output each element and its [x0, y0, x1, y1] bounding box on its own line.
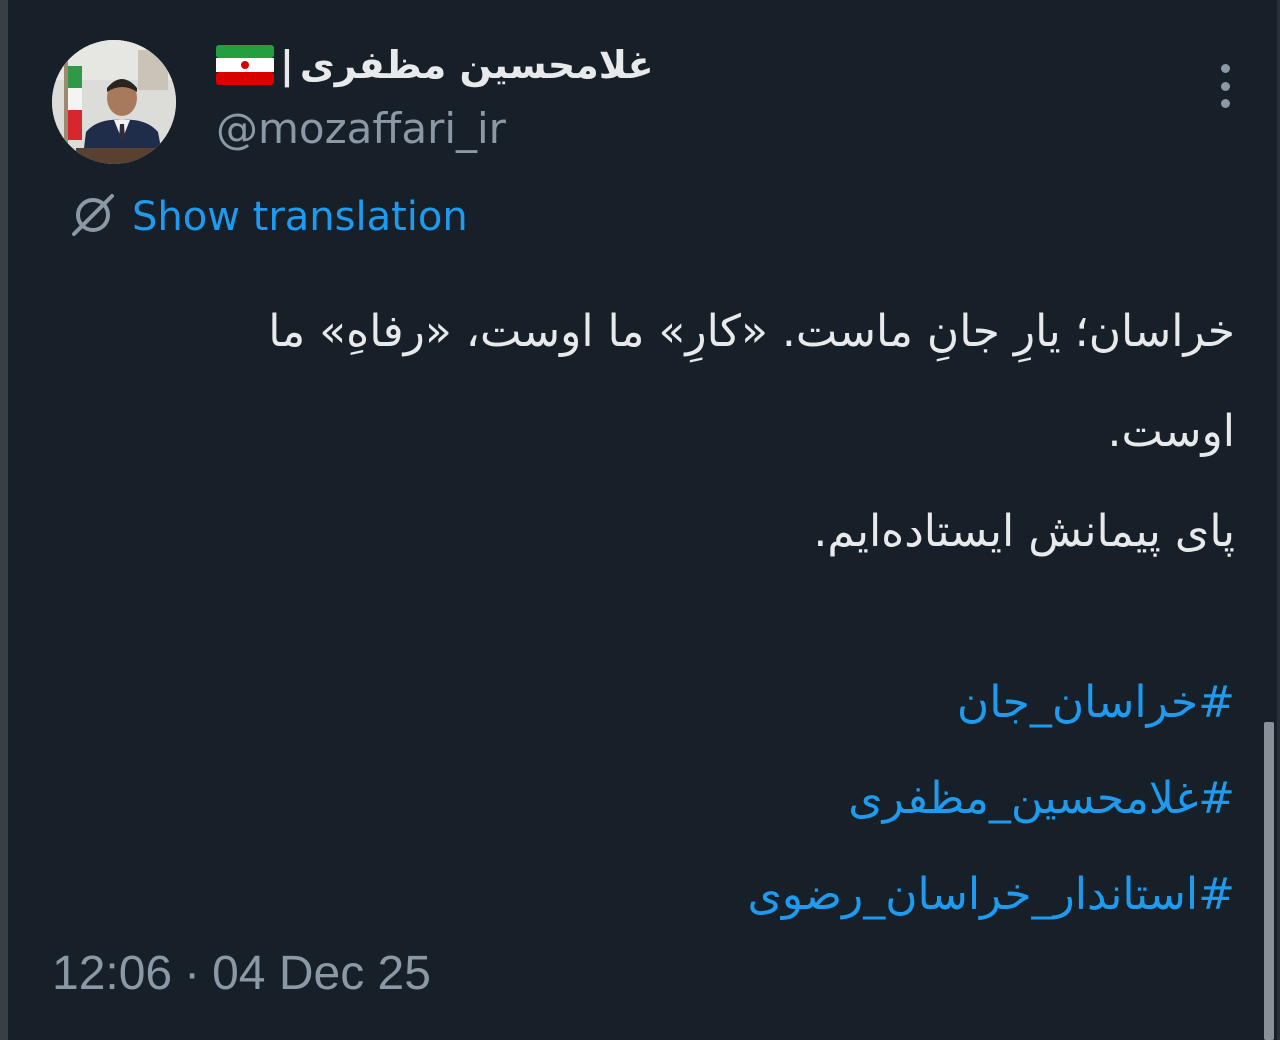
- more-dot: [1220, 81, 1230, 91]
- more-dot: [1220, 99, 1230, 108]
- iran-flag-icon: [216, 45, 274, 85]
- hashtag-list: #خراسان_جان #غلامحسین_مظفری #استاندار_خر…: [55, 655, 1235, 943]
- tweet-text: خراسان؛ یارِ جانِ ماست. «کارِ» ما اوست، …: [55, 282, 1235, 582]
- show-translation-label[interactable]: Show translation: [132, 192, 468, 242]
- tweet-header: | غلامحسین مظفری @mozaffari_ir: [52, 40, 1252, 164]
- avatar[interactable]: [52, 40, 176, 164]
- translate-globe-icon: [68, 190, 118, 244]
- tweet-timestamp[interactable]: 12:06 · 04 Dec 25: [52, 944, 431, 1004]
- tweet-line: اوست.: [1107, 406, 1235, 457]
- scrollbar[interactable]: [1264, 722, 1274, 1040]
- name-separator: |: [280, 43, 294, 87]
- author-handle[interactable]: @mozaffari_ir: [216, 102, 506, 156]
- show-translation-link[interactable]: Show translation: [68, 190, 468, 244]
- tweet-time: 12:06: [52, 947, 173, 1000]
- display-name-row: | غلامحسین مظفری: [216, 42, 654, 88]
- more-vertical-icon[interactable]: [1210, 64, 1240, 108]
- tweet-date: 04 Dec 25: [212, 947, 431, 1000]
- tweet-line: پای پیمانش ایستاده‌ایم.: [813, 506, 1235, 557]
- tweet-line: خراسان؛ یارِ جانِ ماست. «کارِ» ما اوست، …: [268, 306, 1235, 357]
- hashtag-link[interactable]: #استاندار_خراسان_رضوی: [55, 847, 1235, 943]
- author-display-name[interactable]: غلامحسین مظفری: [300, 42, 654, 88]
- tweet-card: | غلامحسین مظفری @mozaffari_ir Show tran…: [0, 0, 1280, 1040]
- hashtag-link[interactable]: #غلامحسین_مظفری: [55, 751, 1235, 847]
- hashtag-link[interactable]: #خراسان_جان: [55, 655, 1235, 751]
- more-dot: [1220, 64, 1230, 73]
- timestamp-separator: ·: [184, 947, 201, 1000]
